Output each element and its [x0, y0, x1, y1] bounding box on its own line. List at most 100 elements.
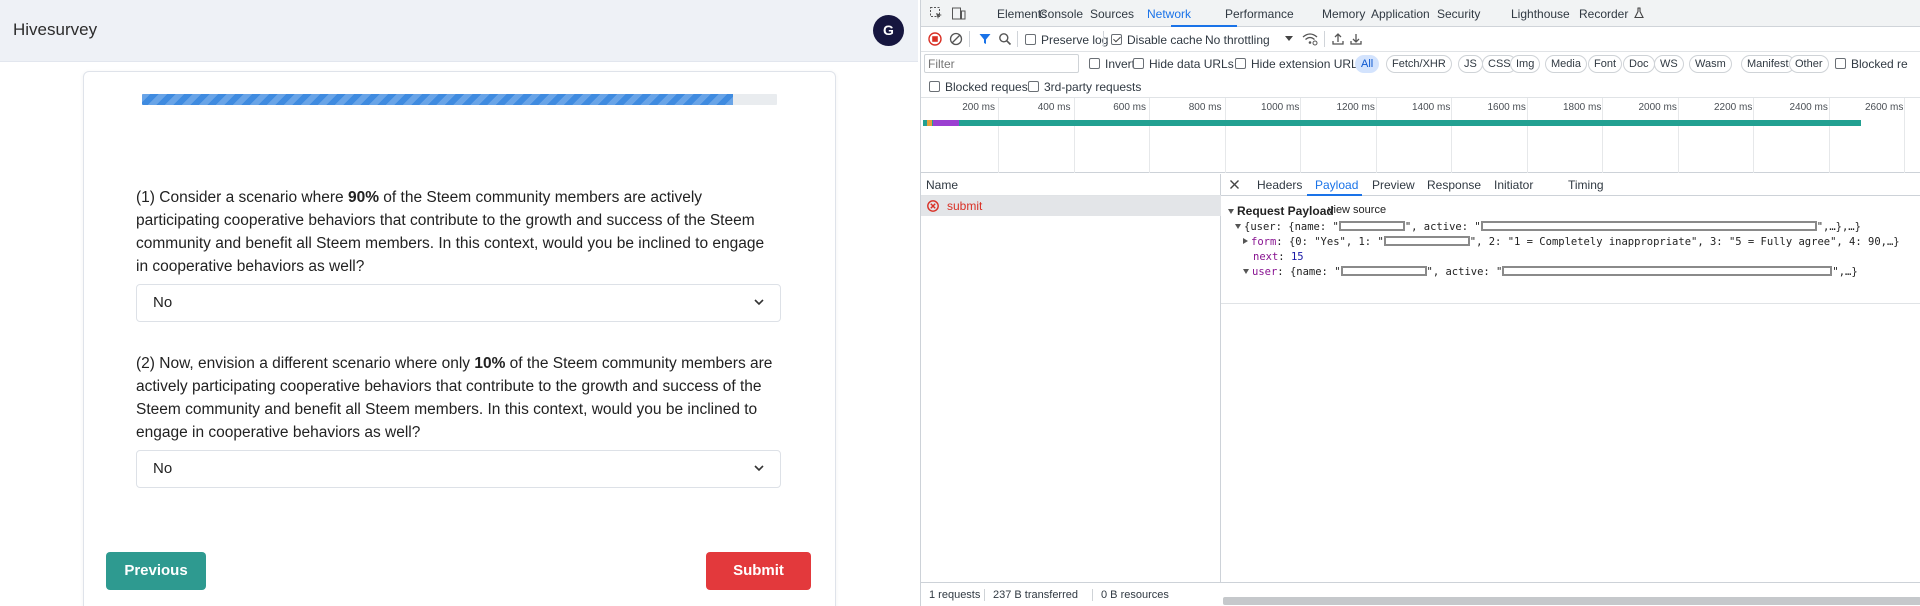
- preserve-log-label: Preserve log: [1041, 33, 1109, 47]
- filter-chip-manifest[interactable]: Manifest: [1741, 55, 1795, 73]
- question-number: (2): [136, 355, 155, 372]
- filter-chip-font[interactable]: Font: [1588, 55, 1623, 73]
- payload-next-line: next: 15: [1253, 251, 1304, 263]
- filter-icon[interactable]: [978, 32, 992, 46]
- filter-chip-ws[interactable]: WS: [1654, 55, 1684, 73]
- search-icon[interactable]: [998, 32, 1012, 46]
- tab-sources[interactable]: Sources: [1090, 7, 1134, 21]
- blocked-cookies-checkbox[interactable]: [1835, 58, 1846, 69]
- filter-chip-other[interactable]: Other: [1789, 55, 1829, 73]
- timeline-tick-label: 1400 ms: [1412, 102, 1451, 113]
- filter-chip-img[interactable]: Img: [1510, 55, 1541, 73]
- network-conditions-icon[interactable]: [1302, 32, 1318, 46]
- timeline-gridline: [1753, 98, 1754, 173]
- payload-text: ", 2: "1 = Completely inappropriate", 3:…: [1469, 236, 1900, 248]
- question-emphasis: 90%: [347, 189, 379, 206]
- payload-key: form: [1251, 236, 1277, 248]
- timeline-tick-label: 2400 ms: [1789, 102, 1828, 113]
- select-value: No: [153, 460, 173, 477]
- detail-tab-initiator[interactable]: Initiator: [1494, 178, 1533, 192]
- record-stop-icon[interactable]: [928, 32, 942, 46]
- tab-performance[interactable]: Performance: [1225, 7, 1294, 21]
- blocked-requests-checkbox[interactable]: [929, 81, 940, 92]
- disable-cache-checkbox[interactable]: [1111, 34, 1122, 45]
- error-icon: [927, 200, 939, 212]
- payload-key: user: [1252, 266, 1278, 278]
- question-2-select[interactable]: No: [136, 450, 781, 488]
- tab-lighthouse[interactable]: Lighthouse: [1511, 7, 1570, 21]
- detail-tab-timing[interactable]: Timing: [1568, 178, 1604, 192]
- horizontal-scrollbar[interactable]: [1223, 597, 1920, 605]
- timeline-tick-label: 2600 ms: [1865, 102, 1904, 113]
- payload-number: 15: [1290, 251, 1304, 263]
- redacted-value: [1383, 236, 1470, 246]
- question-1-select[interactable]: No: [136, 284, 781, 322]
- request-detail-panel: Headers Payload Preview Response Initiator Ti…: [1221, 174, 1920, 582]
- name-column-header[interactable]: Name: [921, 174, 1221, 196]
- tab-recorder[interactable]: Recorder: [1579, 7, 1628, 21]
- invert-label: Invert: [1105, 57, 1136, 71]
- detail-tab-payload[interactable]: Payload: [1315, 178, 1358, 192]
- third-party-checkbox[interactable]: [1028, 81, 1039, 92]
- filter-chip-wasm[interactable]: Wasm: [1689, 55, 1732, 73]
- redacted-value: [1338, 221, 1405, 231]
- hide-extension-urls-checkbox[interactable]: [1235, 58, 1246, 69]
- filter-chip-all[interactable]: All: [1355, 55, 1380, 73]
- payload-header[interactable]: Request Payload: [1228, 204, 1334, 218]
- status-divider: [1092, 589, 1093, 601]
- timeline-tick-label: 400 ms: [1037, 102, 1071, 113]
- experiment-flask-icon: [1634, 7, 1644, 19]
- avatar[interactable]: G: [873, 15, 904, 46]
- status-requests: 1 requests: [929, 589, 981, 601]
- payload-user-line[interactable]: user: {name: " ", active: " ",…}: [1243, 266, 1858, 278]
- detail-tab-response[interactable]: Response: [1427, 178, 1481, 192]
- filter-chip-fetchxhr[interactable]: Fetch/XHR: [1386, 55, 1452, 73]
- payload-form-line[interactable]: form: {0: "Yes", 1: " ", 2: "1 = Complete…: [1243, 236, 1900, 248]
- close-icon[interactable]: [1229, 179, 1240, 190]
- devtools-panel: Elements Console Sources Network Performance…: [920, 0, 1920, 606]
- tab-security[interactable]: Security: [1437, 7, 1480, 21]
- status-transferred: 237 B transferred: [993, 589, 1078, 601]
- timeline-tick-label: 200 ms: [962, 102, 995, 113]
- timeline-gridline: [998, 98, 999, 173]
- tab-console[interactable]: Console: [1039, 7, 1083, 21]
- network-toolbar: Preserve log Disable cache No throttling: [921, 27, 1920, 52]
- detail-tab-headers[interactable]: Headers: [1257, 178, 1302, 192]
- detail-tab-bar: Headers Payload Preview Response Initiator Ti…: [1221, 174, 1920, 196]
- tab-memory[interactable]: Memory: [1322, 7, 1365, 21]
- hide-data-urls-checkbox[interactable]: [1133, 58, 1144, 69]
- previous-button[interactable]: Previous: [106, 552, 206, 590]
- timeline-gridline: [1375, 98, 1377, 173]
- detail-tab-preview[interactable]: Preview: [1372, 178, 1415, 192]
- filter-chip-media[interactable]: Media: [1545, 55, 1587, 73]
- inspect-element-icon[interactable]: [929, 6, 944, 21]
- payload-root-line[interactable]: {user: {name: " ", active: " ",…},…}: [1235, 221, 1861, 233]
- tab-network[interactable]: Network: [1147, 7, 1191, 21]
- throttling-select[interactable]: No throttling: [1205, 33, 1270, 47]
- caret-down-icon: [1285, 36, 1293, 41]
- timeline-request-bar: [923, 120, 1861, 126]
- filter-chip-doc[interactable]: Doc: [1623, 55, 1655, 73]
- tab-application[interactable]: Application: [1371, 7, 1430, 21]
- brand-title[interactable]: Hivesurvey: [13, 20, 97, 40]
- export-har-icon[interactable]: [1349, 32, 1363, 46]
- device-toolbar-icon[interactable]: [951, 6, 966, 21]
- network-overview-timeline[interactable]: 200 ms 400 ms 600 ms 800 ms 1000 ms 1200 ms 14…: [921, 98, 1920, 173]
- import-har-icon[interactable]: [1331, 32, 1345, 46]
- clear-icon[interactable]: [949, 32, 963, 46]
- invert-checkbox[interactable]: [1089, 58, 1100, 69]
- timeline-gridline: [1451, 98, 1452, 173]
- view-source-link[interactable]: view source: [1328, 204, 1386, 216]
- blocked-cookies-label: Blocked re: [1851, 57, 1908, 71]
- question-text-start: Consider a scenario where: [159, 189, 348, 206]
- redacted-value: [1502, 266, 1833, 276]
- question-1-text: (1) Consider a scenario where 90% of the…: [136, 186, 776, 278]
- question-2-text: (2) Now, envision a different scenario w…: [136, 352, 776, 444]
- toolbar-divider: [1103, 31, 1104, 47]
- filter-chip-js[interactable]: JS: [1458, 55, 1483, 73]
- redacted-value: [1340, 266, 1427, 276]
- filter-input[interactable]: [924, 54, 1079, 73]
- request-row-submit[interactable]: submit: [921, 196, 1221, 216]
- submit-button[interactable]: Submit: [706, 552, 811, 590]
- preserve-log-checkbox[interactable]: [1025, 34, 1036, 45]
